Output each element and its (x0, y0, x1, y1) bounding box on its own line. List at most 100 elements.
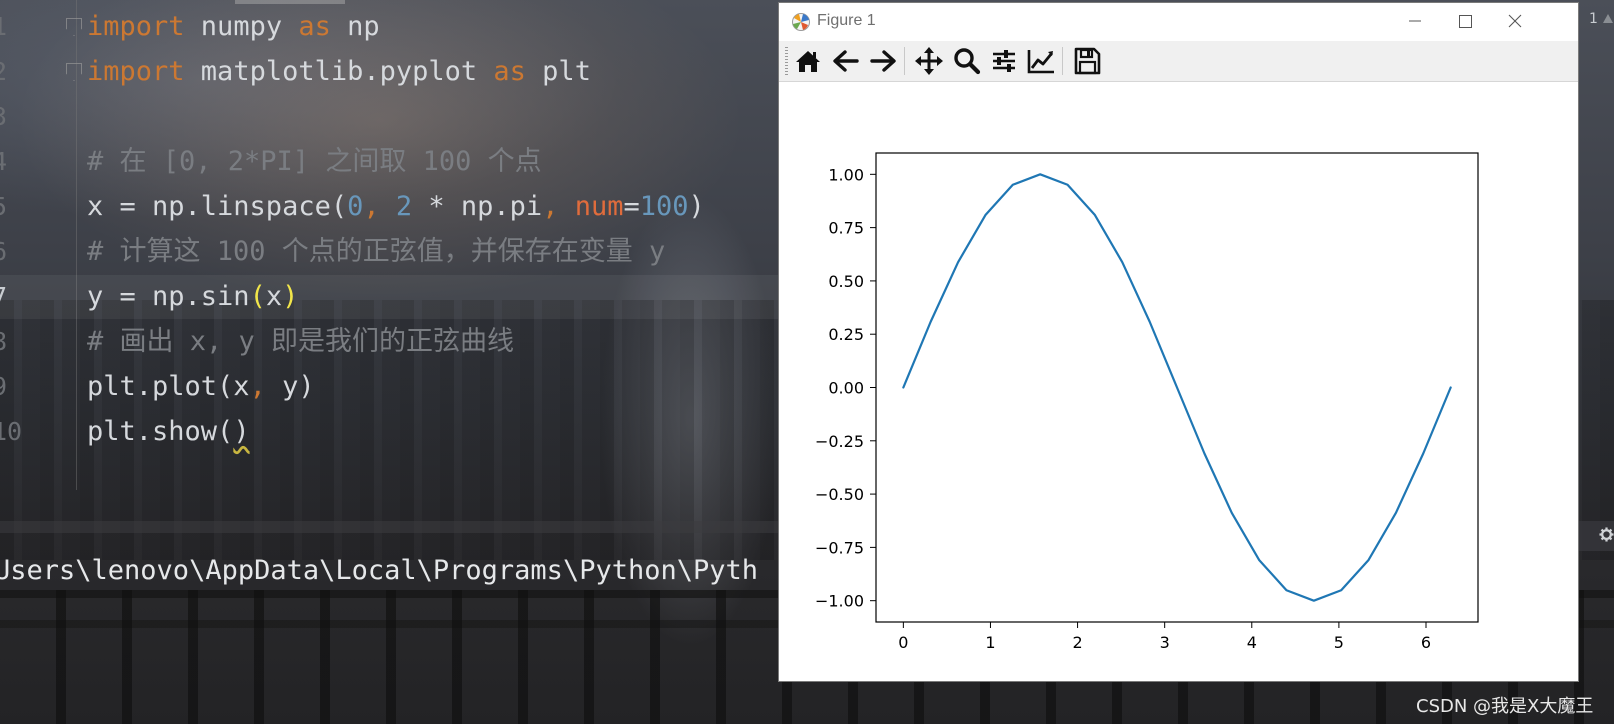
pan-icon (915, 47, 943, 75)
toolbar-grip[interactable] (785, 47, 788, 75)
y-tick-label: −0.50 (815, 485, 864, 504)
y-tick-label: −0.75 (815, 538, 864, 557)
home-icon (796, 51, 820, 72)
code-token: ) (688, 191, 705, 222)
code-line[interactable]: 5 x = np.linspace(0, 2 * np.pi, num=100) (0, 185, 780, 229)
matplotlib-app-icon (792, 13, 810, 31)
line-number: 4 (0, 140, 12, 184)
x-tick-label: 6 (1421, 633, 1431, 652)
figure-toolbar (779, 41, 1578, 82)
code-token: as (493, 56, 526, 87)
sine-series-line (902, 173, 1452, 602)
code-token: , (363, 191, 396, 222)
x-tick-label: 2 (1072, 633, 1082, 652)
y-tick-label: −0.25 (815, 432, 864, 451)
zoom-button[interactable] (950, 45, 984, 77)
code-text: plt.show() (87, 410, 250, 454)
toolbar-separator (904, 47, 905, 75)
x-tick-label: 0 (898, 633, 908, 652)
code-text: # 计算这 100 个点的正弦值，并保存在变量 y (87, 230, 665, 274)
code-token: x (265, 281, 283, 312)
forward-arrow-icon (870, 50, 896, 72)
code-token: # 计算这 100 个点的正弦值，并保存在变量 y (87, 236, 666, 267)
line-number: 10 (0, 417, 23, 446)
subplots-config-icon (993, 50, 1015, 72)
y-tick-label: 0.25 (828, 325, 864, 344)
pan-button[interactable] (912, 45, 946, 77)
code-line[interactable]: 7 y = np.sin(x) (0, 275, 780, 319)
code-token: num (574, 191, 624, 222)
x-tick-label: 1 (985, 633, 995, 652)
close-button[interactable] (1490, 3, 1540, 39)
code-line[interactable]: 8 # 画出 x, y 即是我们的正弦曲线 (0, 320, 780, 364)
x-tick-label: 4 (1247, 633, 1257, 652)
code-token: y = np.sin (87, 281, 250, 312)
line-number: 1 (0, 5, 12, 49)
line-number: 6 (0, 230, 12, 274)
plot-canvas[interactable]: 0 1 2 3 4 5 6 −1.00 −0.75 −0.50 −0.25 0.00 0.25 0.50 0… (779, 82, 1578, 681)
back-button[interactable] (829, 45, 863, 77)
code-token: # 在 [0, 2*PI] 之间取 100 个点 (87, 146, 542, 177)
line-number: 9 (0, 365, 12, 409)
y-tick-label: 0.00 (828, 379, 864, 398)
code-text: plt.plot(x, y) (87, 365, 315, 409)
gear-icon[interactable] (1599, 527, 1614, 542)
code-token: import (87, 56, 185, 87)
code-token: * np.pi (412, 191, 543, 222)
code-text: x = np.linspace(0, 2 * np.pi, num=100) (87, 185, 705, 229)
code-editor[interactable]: 1 import numpy as np 2 import matplotlib.py… (0, 0, 780, 490)
line-number: 8 (0, 320, 12, 364)
y-tick-label: 1.00 (828, 165, 864, 184)
zoom-icon (954, 48, 981, 75)
figure-titlebar[interactable]: Figure 1 (779, 3, 1578, 41)
subplots-config-button[interactable] (987, 45, 1021, 77)
forward-button[interactable] (866, 45, 900, 77)
run-output-path: Users\lenovo\AppData\Local\Programs\Pyth… (0, 555, 759, 586)
code-line[interactable]: 2 import matplotlib.pyplot as plt (0, 50, 780, 94)
back-arrow-icon (833, 50, 859, 72)
editor-scroll-marker (235, 0, 345, 4)
code-token: = (623, 191, 640, 222)
code-token: ) (282, 281, 299, 312)
maximize-icon (1459, 15, 1472, 28)
warning-up-icon[interactable] (1603, 14, 1613, 23)
code-line[interactable]: 1 import numpy as np (0, 5, 780, 49)
code-line[interactable]: 4 # 在 [0, 2*PI] 之间取 100 个点 (0, 140, 780, 184)
close-icon (1508, 14, 1522, 28)
code-token: ) (233, 416, 250, 447)
fold-marker-icon[interactable] (66, 18, 82, 36)
code-token: import (87, 11, 185, 42)
code-text: # 画出 x, y 即是我们的正弦曲线 (87, 320, 514, 364)
x-tick-label: 5 (1334, 633, 1344, 652)
line-number: 5 (0, 185, 12, 229)
code-text: y = np.sin(x) (87, 275, 298, 319)
code-text: # 在 [0, 2*PI] 之间取 100 个点 (87, 140, 542, 184)
run-panel-header (0, 521, 780, 533)
minimize-button[interactable] (1390, 3, 1440, 39)
figure-window[interactable]: Figure 1 0 1 2 3 4 5 6 −1.00 −0.75 −0.50… (778, 2, 1579, 682)
fold-marker-icon[interactable] (66, 63, 82, 81)
code-line[interactable]: 10 plt.show() (0, 410, 780, 454)
code-token: plt (525, 56, 591, 87)
code-token: np (330, 11, 380, 42)
code-token: , (249, 371, 283, 402)
code-line[interactable]: 9 plt.plot(x, y) (0, 365, 780, 409)
x-tick-label: 3 (1160, 633, 1170, 652)
maximize-button[interactable] (1440, 3, 1490, 39)
minimize-icon (1409, 20, 1421, 22)
save-icon (1074, 47, 1101, 75)
y-tick-label: 0.50 (828, 272, 864, 291)
code-line[interactable]: 3 (0, 95, 780, 139)
edit-axis-button[interactable] (1024, 45, 1058, 77)
code-token: numpy (184, 11, 299, 42)
home-button[interactable] (791, 45, 825, 77)
code-token: 0 (347, 191, 364, 222)
code-line[interactable]: 6 # 计算这 100 个点的正弦值，并保存在变量 y (0, 230, 780, 274)
code-token: y) (282, 371, 315, 402)
code-text: import matplotlib.pyplot as plt (87, 50, 591, 94)
line-number: 3 (0, 95, 12, 139)
problems-count[interactable]: 1 (1589, 11, 1598, 27)
code-token: matplotlib.pyplot (184, 56, 494, 87)
code-token: x = np.linspace( (87, 191, 348, 222)
save-button[interactable] (1070, 45, 1104, 77)
